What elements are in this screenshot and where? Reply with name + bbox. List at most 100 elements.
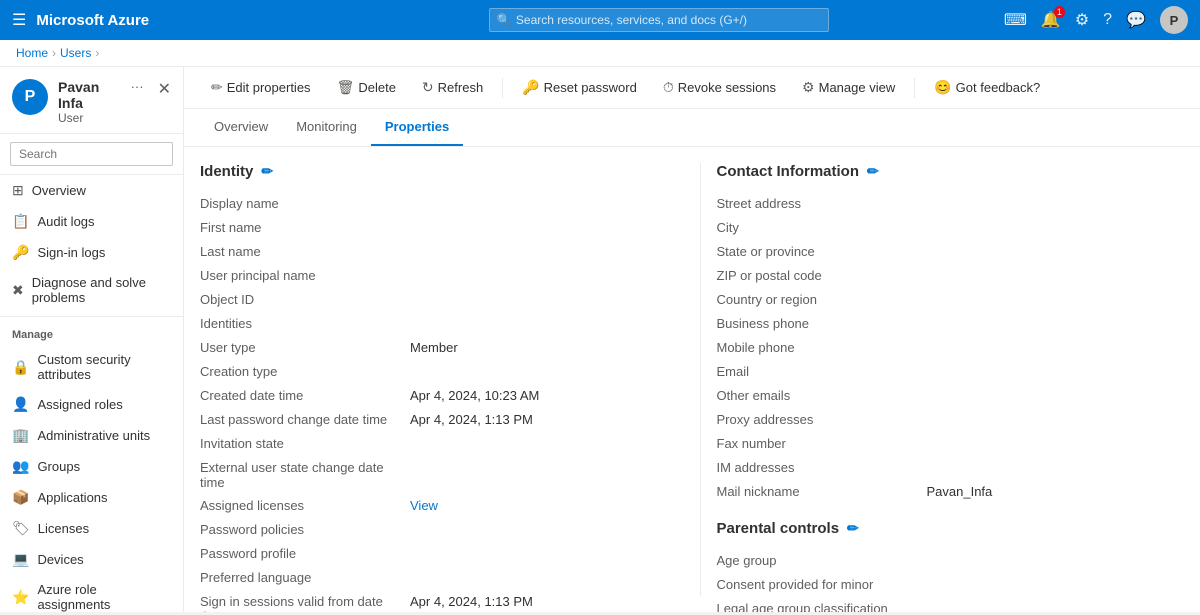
close-panel-icon[interactable]: ✕ xyxy=(158,79,171,99)
contact-fields: Street address City State or province ZI… xyxy=(717,192,1185,504)
breadcrumb: Home › Users › xyxy=(0,40,1200,67)
prop-identities: Identities xyxy=(200,312,668,336)
manage-section-label: Manage xyxy=(0,321,183,345)
overview-icon: ⊞ xyxy=(12,182,24,199)
prop-last-pw-change: Last password change date time Apr 4, 20… xyxy=(200,408,668,432)
edit-properties-button[interactable]: ✏ Edit properties xyxy=(200,73,322,102)
feedback-button[interactable]: 😊 Got feedback? xyxy=(923,73,1051,102)
hamburger-icon[interactable]: ☰ xyxy=(12,10,26,30)
user-avatar: P xyxy=(12,79,48,115)
more-options-btn[interactable]: ··· xyxy=(131,79,144,94)
sidebar-item-label: Sign-in logs xyxy=(37,245,105,260)
assigned-licenses-link[interactable]: View xyxy=(410,498,668,513)
delete-button[interactable]: 🗑 Delete xyxy=(326,73,407,102)
revoke-label: Revoke sessions xyxy=(678,80,776,95)
admin-units-icon: 🏢 xyxy=(12,427,29,444)
contact-edit-icon[interactable]: ✏ xyxy=(867,163,879,180)
prop-sign-in-valid: Sign in sessions valid from date time Ap… xyxy=(200,590,668,612)
reset-pw-label: Reset password xyxy=(544,80,637,95)
sidebar-item-diagnose[interactable]: ✖ Diagnose and solve problems xyxy=(0,268,183,312)
prop-upn: User principal name xyxy=(200,264,668,288)
licenses-icon: 🏷 xyxy=(12,520,30,537)
manage-view-icon: ⚙ xyxy=(802,79,815,96)
notifications-icon[interactable]: 🔔 1 xyxy=(1041,10,1061,30)
sidebar-item-label: Overview xyxy=(32,183,86,198)
prop-display-name: Display name xyxy=(200,192,668,216)
sidebar-item-azure-roles[interactable]: ⭐ Azure role assignments xyxy=(0,575,183,612)
applications-icon: 📦 xyxy=(12,489,29,506)
sidebar-item-sign-in-logs[interactable]: 🔑 Sign-in logs xyxy=(0,237,183,268)
custom-security-icon: 🔒 xyxy=(12,359,29,376)
sidebar-item-label: Diagnose and solve problems xyxy=(32,275,171,305)
sign-in-icon: 🔑 xyxy=(12,244,29,261)
feedback-icon[interactable]: 💬 xyxy=(1126,10,1146,30)
feedback-label: Got feedback? xyxy=(956,80,1041,95)
groups-icon: 👥 xyxy=(12,458,29,475)
prop-invitation-state: Invitation state xyxy=(200,432,668,456)
toolbar: ✏ Edit properties 🗑 Delete ↻ Refresh 🔑 R… xyxy=(184,67,1200,109)
prop-im-addresses: IM addresses xyxy=(717,456,1185,480)
sidebar-item-licenses[interactable]: 🏷 Licenses xyxy=(0,513,183,544)
refresh-label: Refresh xyxy=(438,80,484,95)
sidebar-item-applications[interactable]: 📦 Applications xyxy=(0,482,183,513)
parental-heading: Parental controls ✏ xyxy=(717,520,1185,537)
props-left: Identity ✏ Display name First name Last … xyxy=(200,163,700,596)
manage-view-button[interactable]: ⚙ Manage view xyxy=(791,73,906,102)
prop-biz-phone: Business phone xyxy=(717,312,1185,336)
identity-fields: Display name First name Last name User p… xyxy=(200,192,668,612)
identity-edit-icon[interactable]: ✏ xyxy=(261,163,273,180)
tab-monitoring[interactable]: Monitoring xyxy=(282,109,371,146)
sidebar-item-label: Custom security attributes xyxy=(37,352,171,382)
parental-edit-icon[interactable]: ✏ xyxy=(847,520,859,537)
sidebar-item-label: Administrative units xyxy=(37,428,150,443)
terminal-icon[interactable]: ⌨ xyxy=(1004,10,1027,30)
sidebar-item-devices[interactable]: 💻 Devices xyxy=(0,544,183,575)
delete-label: Delete xyxy=(358,80,396,95)
prop-last-name: Last name xyxy=(200,240,668,264)
reset-password-button[interactable]: 🔑 Reset password xyxy=(511,73,648,102)
prop-other-emails: Other emails xyxy=(717,384,1185,408)
top-nav: ☰ Microsoft Azure 🔍 ⌨ 🔔 1 ⚙ ? 💬 P xyxy=(0,0,1200,40)
sidebar-search-input[interactable] xyxy=(10,142,173,166)
sidebar-item-custom-security[interactable]: 🔒 Custom security attributes xyxy=(0,345,183,389)
sidebar-nav: ⊞ Overview 📋 Audit logs 🔑 Sign-in logs ✖… xyxy=(0,175,183,612)
content-area: ✏ Edit properties 🗑 Delete ↻ Refresh 🔑 R… xyxy=(184,67,1200,612)
refresh-button[interactable]: ↻ Refresh xyxy=(411,73,494,102)
sidebar-item-assigned-roles[interactable]: 👤 Assigned roles xyxy=(0,389,183,420)
sidebar-item-label: Licenses xyxy=(38,521,89,536)
prop-mail-nickname: Mail nickname Pavan_Infa xyxy=(717,480,1185,504)
prop-consent-minor: Consent provided for minor xyxy=(717,573,1185,597)
brand-name: Microsoft Azure xyxy=(36,12,149,29)
search-input[interactable] xyxy=(489,8,829,32)
breadcrumb-users[interactable]: Users xyxy=(60,46,91,60)
sidebar-item-label: Azure role assignments xyxy=(37,582,171,612)
manage-view-label: Manage view xyxy=(819,80,896,95)
prop-street: Street address xyxy=(717,192,1185,216)
reset-pw-icon: 🔑 xyxy=(522,79,539,96)
prop-creation-type: Creation type xyxy=(200,360,668,384)
edit-label: Edit properties xyxy=(227,80,311,95)
sidebar-item-label: Devices xyxy=(37,552,83,567)
sidebar-item-groups[interactable]: 👥 Groups xyxy=(0,451,183,482)
sidebar-search xyxy=(0,134,183,175)
prop-state: State or province xyxy=(717,240,1185,264)
assigned-roles-icon: 👤 xyxy=(12,396,29,413)
sidebar-user-role: User xyxy=(58,111,117,125)
prop-object-id: Object ID xyxy=(200,288,668,312)
tabs: Overview Monitoring Properties xyxy=(184,109,1200,147)
sidebar-item-label: Audit logs xyxy=(37,214,94,229)
sidebar-item-overview[interactable]: ⊞ Overview xyxy=(0,175,183,206)
help-icon[interactable]: ? xyxy=(1103,11,1112,29)
revoke-sessions-button[interactable]: ⏱ Revoke sessions xyxy=(652,73,787,102)
tab-overview[interactable]: Overview xyxy=(200,109,282,146)
sidebar-item-admin-units[interactable]: 🏢 Administrative units xyxy=(0,420,183,451)
sidebar-item-audit-logs[interactable]: 📋 Audit logs xyxy=(0,206,183,237)
identity-heading: Identity ✏ xyxy=(200,163,668,180)
settings-icon[interactable]: ⚙ xyxy=(1075,10,1089,30)
properties-content: Identity ✏ Display name First name Last … xyxy=(184,147,1200,612)
tab-properties[interactable]: Properties xyxy=(371,109,463,146)
refresh-icon: ↻ xyxy=(422,79,434,96)
avatar[interactable]: P xyxy=(1160,6,1188,34)
breadcrumb-home[interactable]: Home xyxy=(16,46,48,60)
feedback-icon: 😊 xyxy=(934,79,951,96)
